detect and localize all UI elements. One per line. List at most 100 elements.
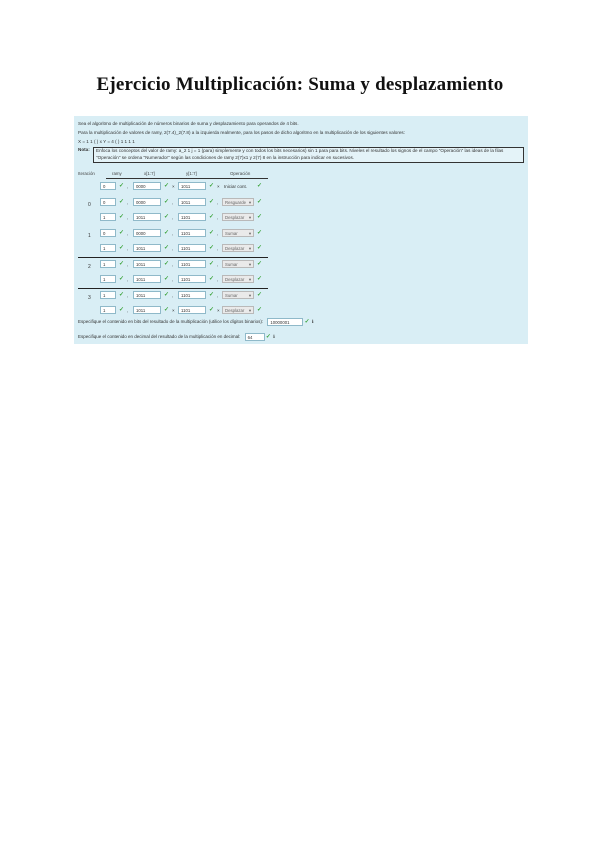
operation-label: Sumar	[225, 261, 238, 267]
concat-symbol: ×	[217, 184, 220, 189]
c-input[interactable]: 1	[100, 306, 116, 314]
concat-symbol: ,	[172, 199, 174, 205]
x-input[interactable]: 1011	[133, 244, 161, 252]
y-input[interactable]: 1101	[178, 275, 206, 283]
concat-symbol: ,	[217, 292, 219, 298]
operation-text: Iniciar cont.	[224, 184, 248, 189]
check-icon: ✓	[164, 229, 170, 236]
check-icon: ✓	[304, 319, 310, 326]
concat-symbol: ,	[172, 292, 174, 298]
x-input[interactable]: 1011	[133, 275, 161, 283]
c-input[interactable]: 1	[100, 275, 116, 283]
result-bits-input[interactable]: 10000001	[267, 318, 304, 326]
check-icon: ✓	[209, 229, 215, 236]
operation-select[interactable]: Desplazar ▾	[222, 306, 254, 314]
x-input[interactable]: 0000	[133, 182, 161, 190]
check-icon: ✓	[209, 245, 215, 251]
chevron-down-icon: ▾	[248, 308, 251, 313]
header-y: y[1:7]	[186, 171, 197, 176]
check-icon: ✓	[119, 229, 125, 236]
summary-row-decimal: Especifique el contenido en decimal del …	[78, 333, 275, 341]
operation-select[interactable]: Resguarde ▾	[222, 197, 254, 206]
operation-select[interactable]: Desplazar ▾	[222, 213, 254, 221]
chevron-down-icon: ▾	[248, 277, 251, 282]
check-icon: ✓	[257, 214, 263, 220]
header-op: Operación	[230, 171, 251, 176]
y-input[interactable]: 1011	[178, 197, 206, 206]
c-input[interactable]: 1	[100, 259, 116, 268]
check-icon: ✓	[209, 276, 215, 282]
operation-select[interactable]: Desplazar ▾	[222, 244, 254, 252]
check-icon: ✓	[164, 260, 170, 267]
info-icon: ℹ	[311, 319, 314, 325]
iteration-separator	[78, 287, 268, 289]
concat-symbol: ×	[172, 184, 175, 189]
concat-symbol: ,	[127, 308, 129, 313]
y-input[interactable]: 1101	[178, 244, 206, 252]
concat-symbol: ,	[217, 215, 219, 220]
check-icon: ✓	[257, 276, 263, 282]
intro-line-1: Sea el algoritmo de multiplicación de nú…	[78, 121, 299, 126]
chevron-down-icon: ▾	[248, 215, 251, 220]
y-input[interactable]: 1101	[178, 290, 206, 299]
header-x: x[1:7]	[144, 171, 155, 176]
concat-symbol: ,	[217, 230, 219, 236]
check-icon: ✓	[164, 276, 170, 282]
c-input[interactable]: 0	[100, 197, 116, 206]
concat-symbol: ×	[172, 308, 175, 313]
summary-row-bits: Especifique el contenido en bits del res…	[78, 318, 314, 326]
check-icon: ✓	[257, 260, 263, 267]
c-input[interactable]: 1	[100, 213, 116, 221]
y-input[interactable]: 1101	[178, 259, 206, 268]
c-input[interactable]: 1	[100, 290, 116, 299]
operation-label: Desplazar	[225, 246, 245, 251]
concat-symbol: ,	[127, 184, 129, 189]
concat-symbol: ,	[127, 215, 129, 220]
summary-question-bits: Especifique el contenido en bits del res…	[78, 319, 264, 325]
x-input[interactable]: 1011	[133, 306, 161, 314]
chevron-down-icon: ▾	[248, 246, 251, 251]
operation-select[interactable]: Sumar ▾	[222, 290, 254, 299]
operation-label: Desplazar	[225, 215, 245, 220]
check-icon: ✓	[257, 229, 263, 236]
y-input[interactable]: 1011	[178, 182, 206, 190]
c-input[interactable]: 0	[100, 182, 116, 190]
result-decimal-input[interactable]: 64	[244, 333, 265, 341]
x-input[interactable]: 1011	[133, 259, 161, 268]
operation-label: Desplazar	[225, 277, 245, 282]
c-input[interactable]: 1	[100, 244, 116, 252]
chevron-down-icon: ▾	[248, 292, 251, 298]
concat-symbol: ,	[127, 246, 129, 251]
header-rule	[106, 178, 268, 179]
check-icon: ✓	[209, 291, 215, 298]
c-input[interactable]: 0	[100, 228, 116, 237]
x-input[interactable]: 0000	[133, 197, 161, 206]
concat-symbol: ,	[172, 277, 174, 282]
concat-symbol: ,	[127, 230, 129, 236]
check-icon: ✓	[257, 307, 263, 313]
concat-symbol: ,	[217, 199, 219, 205]
check-icon: ✓	[257, 183, 263, 189]
x-input[interactable]: 0000	[133, 228, 161, 237]
check-icon: ✓	[119, 276, 125, 282]
y-input[interactable]: 1101	[178, 306, 206, 314]
check-icon: ✓	[119, 260, 125, 267]
iteration-label: 1	[88, 232, 91, 239]
y-input[interactable]: 1101	[178, 213, 206, 221]
exercise-panel: Sea el algoritmo de multiplicación de nú…	[74, 116, 528, 344]
operation-select[interactable]: Desplazar ▾	[222, 275, 254, 283]
note-label: Nota:	[78, 147, 90, 152]
x-input[interactable]: 1011	[133, 290, 161, 299]
check-icon: ✓	[164, 245, 170, 251]
concat-symbol: ,	[127, 199, 129, 205]
header-iter: Iteración	[78, 171, 95, 176]
operation-select[interactable]: Sumar ▾	[222, 259, 254, 268]
page-title: Ejercicio Multiplicación: Suma y desplaz…	[96, 74, 504, 95]
operation-select[interactable]: Sumar ▾	[222, 228, 254, 237]
concat-symbol: ,	[127, 292, 129, 298]
x-input[interactable]: 1011	[133, 213, 161, 221]
check-icon: ✓	[119, 183, 125, 189]
y-input[interactable]: 1101	[178, 228, 206, 237]
check-icon: ✓	[265, 334, 271, 341]
concat-symbol: ,	[127, 261, 129, 267]
